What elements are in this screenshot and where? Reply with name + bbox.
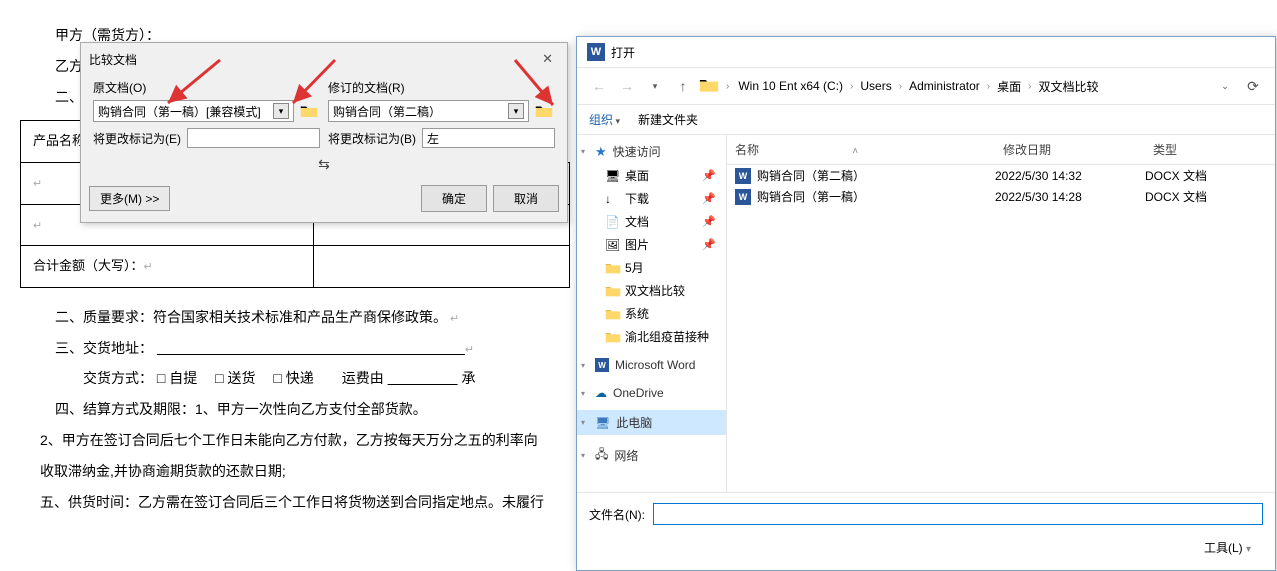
original-doc-select[interactable]: 购销合同（第一稿）[兼容模式] ▾ (93, 100, 294, 122)
swap-button[interactable]: ⇆ (81, 154, 567, 179)
sidebar-item[interactable]: 🖼图片📌 (577, 233, 726, 256)
sidebar-item[interactable]: ↓下载📌 (577, 187, 726, 210)
ok-button[interactable]: 确定 (421, 185, 487, 212)
folder-icon (605, 308, 621, 320)
word-file-icon: W (735, 189, 751, 205)
tools-menu[interactable]: 工具(L) ▾ (1192, 535, 1263, 560)
cancel-button[interactable]: 取消 (493, 185, 559, 212)
pin-icon: 📌 (702, 238, 716, 251)
folder-icon (699, 77, 719, 96)
pin-icon: 📌 (702, 215, 716, 228)
original-doc-value: 购销合同（第一稿）[兼容模式] (98, 103, 261, 120)
sidebar-item[interactable]: 系统 (577, 302, 726, 325)
sidebar-item[interactable]: 双文档比较 (577, 279, 726, 302)
list-header: 名称 ˄ 修改日期 类型 (727, 135, 1275, 165)
open-original-folder-icon[interactable] (298, 100, 320, 122)
col-date[interactable]: 修改日期 (995, 135, 1145, 164)
breadcrumb-item[interactable]: Users (858, 77, 893, 95)
sidebar-item[interactable]: 🖥桌面📌 (577, 164, 726, 187)
sidebar-item[interactable]: 渝北组疫苗接种 (577, 325, 726, 348)
sidebar-this-pc[interactable]: 🖥此电脑 (577, 410, 726, 435)
cloud-icon: ☁ (595, 386, 607, 400)
file-list: W 购销合同（第二稿） 2022/5/30 14:32DOCX 文档 W 购销合同（第一… (727, 165, 1275, 492)
sidebar-item[interactable]: 📄文档📌 (577, 210, 726, 233)
forward-button[interactable]: → (615, 74, 639, 98)
file-name: 购销合同（第二稿） (757, 167, 865, 184)
doc-line: 2、甲方在签订合同后七个工作日未能向乙方付款，乙方按每天万分之五的利率向 (40, 425, 570, 456)
sidebar-item[interactable]: 5月 (577, 256, 726, 279)
word-icon: W (595, 358, 609, 372)
orig-mark-input[interactable] (187, 128, 320, 148)
revised-doc-select[interactable]: 购销合同（第二稿） ▾ (328, 100, 529, 122)
star-icon: ★ (595, 144, 607, 160)
folder-icon (605, 331, 621, 343)
pin-icon: 📌 (702, 169, 716, 182)
compare-documents-dialog: 比较文档 ✕ 原文档(O) 购销合同（第一稿）[兼容模式] ▾ 将更改标记为(E… (80, 42, 568, 223)
original-doc-label: 原文档(O) (93, 79, 320, 96)
sort-indicator-icon: ˄ (852, 146, 858, 157)
doc-line: 交货方式： □ 自提 □ 送货 □ 快递 运费由 承 (55, 363, 570, 394)
network-icon: 🖧 (595, 445, 608, 466)
word-icon: W (587, 43, 605, 61)
file-row[interactable]: W 购销合同（第二稿） 2022/5/30 14:32DOCX 文档 (727, 165, 1275, 186)
chevron-down-icon[interactable]: ▾ (508, 103, 524, 119)
breadcrumb-item[interactable]: Administrator (907, 77, 982, 95)
doc-line: 三、交货地址： ↵ (55, 333, 570, 364)
sidebar-network[interactable]: 🖧网络 (577, 441, 726, 470)
sidebar-word[interactable]: WMicrosoft Word (577, 354, 726, 376)
folder-icon (605, 285, 621, 297)
breadcrumb-dropdown[interactable]: ⌄ (1213, 74, 1237, 98)
doc-line: 二、质量要求：符合国家相关技术标准和产品生产商保修政策。 ↵ (55, 302, 570, 333)
filename-input[interactable] (653, 503, 1263, 525)
file-open-dialog: W 打开 ← → ▾ ↑ › Win 10 Ent x64 (C:)› User… (576, 36, 1276, 571)
file-date: 2022/5/30 14:32 (995, 169, 1145, 183)
rev-mark-label: 将更改标记为(B) (328, 130, 416, 147)
doc-line: 五、供货时间：乙方需在签订合同后三个工作日将货物送到合同指定地点。未履行 (40, 487, 570, 518)
file-name: 购销合同（第一稿） (757, 188, 865, 205)
sum-row: 合计金额（大写）：↵ (21, 246, 314, 288)
new-folder-button[interactable]: 新建文件夹 (638, 111, 698, 128)
col-type[interactable]: 类型 (1145, 135, 1255, 164)
breadcrumb-item[interactable]: Win 10 Ent x64 (C:) (736, 77, 845, 95)
pc-icon: 🖥 (595, 416, 610, 430)
breadcrumb[interactable]: Win 10 Ent x64 (C:)› Users› Administrato… (736, 76, 1209, 97)
filename-label: 文件名(N): (589, 506, 645, 523)
organize-menu[interactable]: 组织 (589, 111, 620, 128)
doc-icon: 📄 (605, 215, 621, 229)
more-button[interactable]: 更多(M) >> (89, 186, 170, 211)
file-date: 2022/5/30 14:28 (995, 190, 1145, 204)
pic-icon: 🖼 (605, 238, 621, 252)
desktop-icon: 🖥 (605, 169, 621, 183)
breadcrumb-item[interactable]: 双文档比较 (1036, 76, 1100, 97)
chevron-down-icon[interactable]: ▾ (273, 103, 289, 119)
orig-mark-label: 将更改标记为(E) (93, 130, 181, 147)
sidebar: ★快速访问 🖥桌面📌↓下载📌📄文档📌🖼图片📌5月双文档比较系统渝北组疫苗接种 W… (577, 135, 727, 492)
col-name[interactable]: 名称 ˄ (727, 135, 995, 164)
revised-doc-label: 修订的文档(R) (328, 79, 555, 96)
refresh-button[interactable]: ⟳ (1241, 74, 1265, 98)
dialog-title: 比较文档 (89, 51, 137, 68)
doc-line: 四、结算方式及期限：1、甲方一次性向乙方支付全部货款。 (55, 394, 570, 425)
sidebar-onedrive[interactable]: ☁OneDrive (577, 382, 726, 404)
pin-icon: 📌 (702, 192, 716, 205)
download-icon: ↓ (605, 192, 621, 206)
open-revised-folder-icon[interactable] (533, 100, 555, 122)
breadcrumb-item[interactable]: 桌面 (995, 76, 1023, 97)
revised-doc-value: 购销合同（第二稿） (333, 103, 441, 120)
recent-dropdown[interactable]: ▾ (643, 74, 667, 98)
open-dialog-title: 打开 (611, 44, 635, 61)
close-icon[interactable]: ✕ (536, 49, 559, 69)
file-row[interactable]: W 购销合同（第一稿） 2022/5/30 14:28DOCX 文档 (727, 186, 1275, 207)
doc-line: 收取滞纳金,并协商逾期货款的还款日期; (40, 456, 570, 487)
folder-icon (605, 262, 621, 274)
rev-mark-input[interactable] (422, 128, 555, 148)
up-button[interactable]: ↑ (671, 74, 695, 98)
word-file-icon: W (735, 168, 751, 184)
file-type: DOCX 文档 (1145, 188, 1255, 205)
back-button[interactable]: ← (587, 74, 611, 98)
sidebar-quick-access[interactable]: ★快速访问 (577, 139, 726, 164)
file-type: DOCX 文档 (1145, 167, 1255, 184)
